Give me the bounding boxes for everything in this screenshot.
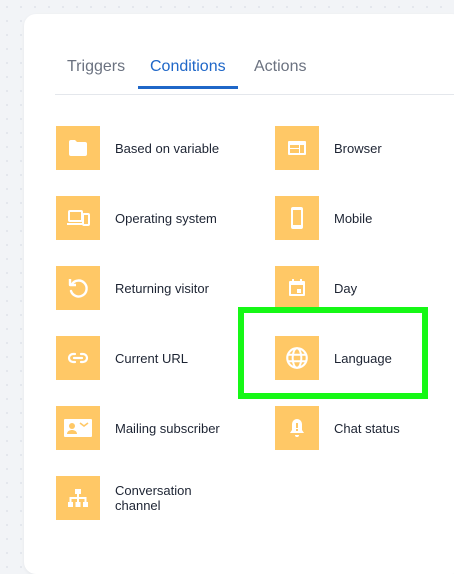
condition-label: Operating system: [115, 210, 217, 226]
tab-actions-label: Actions: [254, 58, 307, 75]
tab-triggers-label: Triggers: [67, 58, 126, 75]
condition-operating-system[interactable]: Operating system: [56, 196, 245, 240]
condition-mailing-subscriber[interactable]: Mailing subscriber: [56, 406, 245, 450]
smartphone-icon: [275, 196, 319, 240]
bell-icon: [275, 406, 319, 450]
condition-based-on-variable[interactable]: Based on variable: [56, 126, 245, 170]
condition-label: Mailing subscriber: [115, 420, 220, 436]
contact-mail-icon: [56, 406, 100, 450]
condition-label: Language: [334, 350, 392, 366]
condition-label: Day: [334, 280, 358, 296]
condition-returning-visitor[interactable]: Returning visitor: [56, 266, 245, 310]
tab-conditions[interactable]: Conditions: [138, 58, 238, 89]
browser-icon: [275, 126, 319, 170]
sitemap-icon: [56, 476, 100, 520]
condition-mobile[interactable]: Mobile: [275, 196, 454, 240]
tab-bar: Triggers Conditions Actions: [55, 14, 454, 95]
condition-chat-status[interactable]: Chat status: [275, 406, 454, 450]
active-tab-indicator: [138, 86, 238, 89]
folder-icon: [56, 126, 100, 170]
condition-label: Mobile: [334, 210, 373, 226]
condition-label: Returning visitor: [115, 280, 209, 296]
condition-label: Current URL: [115, 350, 188, 366]
condition-day[interactable]: Day: [275, 266, 454, 310]
devices-icon: [56, 196, 100, 240]
tab-actions[interactable]: Actions: [254, 58, 306, 88]
condition-label: Chat status: [334, 420, 400, 436]
condition-conversation-channel[interactable]: Conversation channel: [56, 476, 245, 520]
condition-label: Conversation channel: [115, 483, 192, 513]
restore-icon: [56, 266, 100, 310]
tab-conditions-label: Conditions: [150, 58, 226, 75]
condition-label: Browser: [334, 140, 382, 156]
globe-icon: [275, 336, 319, 380]
condition-language[interactable]: Language: [275, 336, 454, 380]
link-icon: [56, 336, 100, 380]
condition-browser[interactable]: Browser: [275, 126, 454, 170]
condition-current-url[interactable]: Current URL: [56, 336, 245, 380]
condition-label: Based on variable: [115, 140, 220, 156]
calendar-icon: [275, 266, 319, 310]
tab-triggers[interactable]: Triggers: [67, 58, 125, 88]
